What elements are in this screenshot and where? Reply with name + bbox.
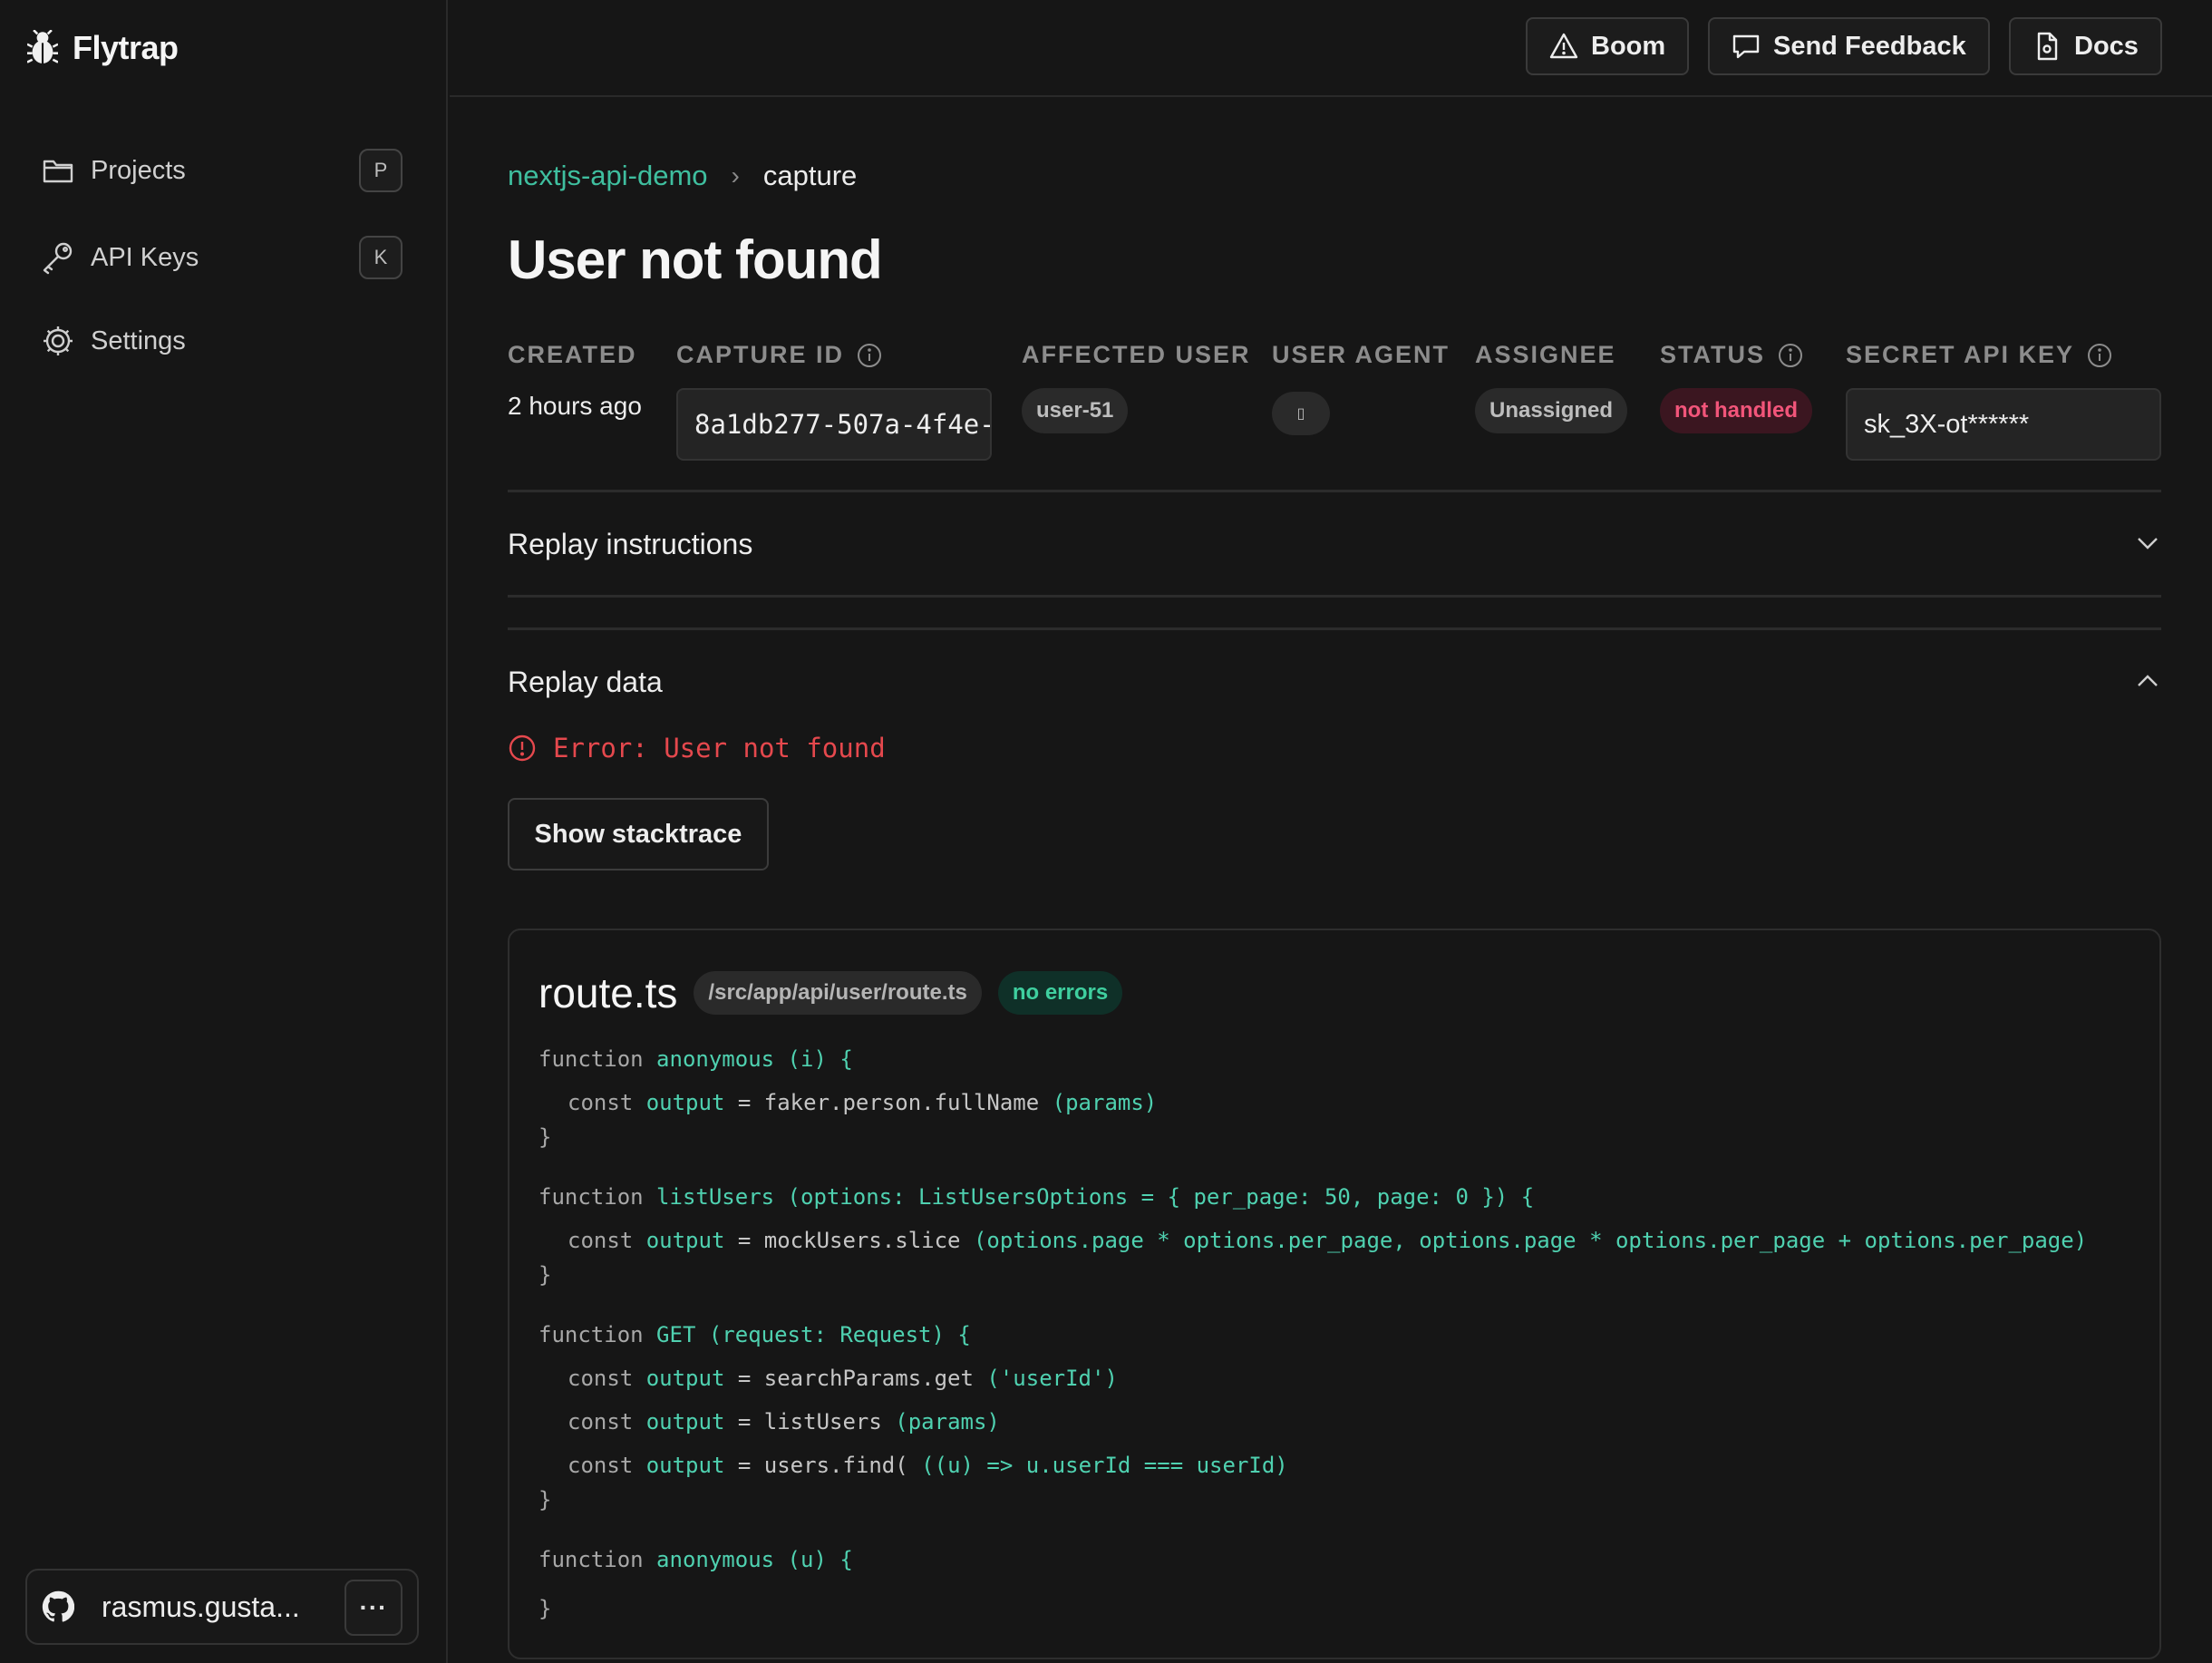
shortcut-badge: P <box>359 149 403 192</box>
code-line: const output = listUsers (params) <box>568 1409 1000 1434</box>
affected-user-label-text: AFFECTED USER <box>1022 341 1251 368</box>
user-agent-label: USER AGENT <box>1272 341 1450 369</box>
send-feedback-button[interactable]: Send Feedback <box>1708 17 1990 75</box>
app-logo[interactable]: Flytrap <box>27 29 179 67</box>
code-line: } <box>538 1487 552 1512</box>
created-label: CREATED <box>508 341 637 369</box>
user-agent-label-text: USER AGENT <box>1272 341 1450 368</box>
sidebar-item-label: Settings <box>91 326 186 355</box>
breadcrumb-current: capture <box>762 160 858 191</box>
affected-user-badge[interactable]: user-51 <box>1022 388 1129 433</box>
breadcrumb-project-link[interactable]: nextjs-api-demo <box>508 160 708 192</box>
document-icon <box>2037 32 2058 61</box>
capture-id-label-text: CAPTURE ID <box>676 341 845 368</box>
status-label: STATUS <box>1660 341 1803 369</box>
replay-instructions-toggle[interactable]: Replay instructions <box>508 528 752 561</box>
status-badge[interactable]: not handled <box>1660 388 1812 433</box>
user-card[interactable]: rasmus.gusta... ··· <box>25 1569 419 1645</box>
code-line: function GET (request: Request) { <box>538 1322 971 1347</box>
sidebar-item-settings[interactable]: Settings <box>25 309 415 373</box>
shortcut-badge: K <box>359 236 403 279</box>
breadcrumb: nextjs-api-demo › capture <box>508 160 857 192</box>
code-line: const output = searchParams.get ('userId… <box>568 1366 1118 1391</box>
created-value: 2 hours ago <box>508 392 642 420</box>
error-text: Error: User not found <box>553 733 886 763</box>
code-line: const output = users.find( ((u) => u.use… <box>568 1453 1288 1478</box>
info-icon[interactable] <box>2087 343 2112 368</box>
capture-id-label: CAPTURE ID <box>676 341 882 369</box>
code-line: const output = mockUsers.slice (options.… <box>568 1228 2088 1253</box>
file-name: route.ts <box>538 969 678 1016</box>
topbar: Boom Send Feedback Docs <box>450 0 2212 97</box>
affected-user-label: AFFECTED USER <box>1022 341 1251 369</box>
warning-icon <box>1549 33 1578 59</box>
assignee-label-text: ASSIGNEE <box>1475 341 1616 368</box>
code-line: function listUsers (options: ListUsersOp… <box>538 1184 1535 1210</box>
file-path-badge: /src/app/api/user/route.ts <box>694 971 982 1015</box>
assignee-badge[interactable]: Unassigned <box>1475 388 1628 433</box>
boom-button[interactable]: Boom <box>1526 17 1690 75</box>
chevron-down-icon[interactable] <box>2134 530 2161 557</box>
assignee-label: ASSIGNEE <box>1475 341 1616 369</box>
user-name: rasmus.gusta... <box>102 1590 300 1623</box>
capture-id-field[interactable]: 8a1db277-507a-4f4e-b( <box>676 388 992 461</box>
app-name: Flytrap <box>73 29 179 66</box>
sidebar: Flytrap Projects P API Keys K Settings r… <box>0 0 448 1663</box>
status-label-text: STATUS <box>1660 341 1765 368</box>
replay-data-toggle[interactable]: Replay data <box>508 666 663 699</box>
code-card: route.ts /src/app/api/user/route.ts no e… <box>508 929 2161 1659</box>
secret-api-key-label-text: SECRET API KEY <box>1846 341 2075 368</box>
code-line: const output = faker.person.fullName (pa… <box>568 1090 1158 1115</box>
info-icon[interactable] <box>1778 343 1803 368</box>
code-line: } <box>538 1262 552 1288</box>
more-options-button[interactable]: ··· <box>344 1580 403 1636</box>
bug-icon <box>27 30 58 63</box>
chevron-up-icon[interactable] <box>2134 667 2161 695</box>
show-stacktrace-button[interactable]: Show stacktrace <box>508 798 769 870</box>
chevron-right-icon: › <box>731 161 740 190</box>
file-header: route.ts /src/app/api/user/route.ts no e… <box>538 968 1123 1017</box>
info-icon[interactable] <box>857 343 882 368</box>
docs-button-label: Docs <box>2074 31 2139 61</box>
page-title: User not found <box>508 229 883 290</box>
docs-button[interactable]: Docs <box>2009 17 2162 75</box>
sidebar-item-label: API Keys <box>91 242 199 272</box>
github-icon <box>42 1590 74 1622</box>
user-agent-badge[interactable]: ▯ <box>1272 392 1330 435</box>
code-line: } <box>538 1596 552 1621</box>
gear-icon <box>38 321 78 361</box>
secret-api-key-field[interactable]: sk_3X-ot****** <box>1846 388 2161 461</box>
error-message: Error: User not found <box>508 733 886 763</box>
send-feedback-button-label: Send Feedback <box>1773 31 1966 61</box>
sidebar-item-label: Projects <box>91 155 186 185</box>
sidebar-item-api-keys[interactable]: API Keys K <box>25 226 415 289</box>
code-line: function anonymous (u) { <box>538 1547 853 1572</box>
error-circle-icon <box>509 734 536 762</box>
divider <box>508 627 2161 630</box>
divider <box>508 595 2161 598</box>
created-label-text: CREATED <box>508 341 637 368</box>
file-status-badge: no errors <box>997 971 1123 1015</box>
key-icon <box>38 238 78 277</box>
sidebar-item-projects[interactable]: Projects P <box>25 139 415 202</box>
divider <box>508 490 2161 492</box>
boom-button-label: Boom <box>1591 31 1666 61</box>
code-line: } <box>538 1124 552 1150</box>
code-line: function anonymous (i) { <box>538 1046 853 1072</box>
chat-icon <box>1732 34 1760 59</box>
folder-icon <box>38 151 78 190</box>
secret-api-key-label: SECRET API KEY <box>1846 341 2112 369</box>
